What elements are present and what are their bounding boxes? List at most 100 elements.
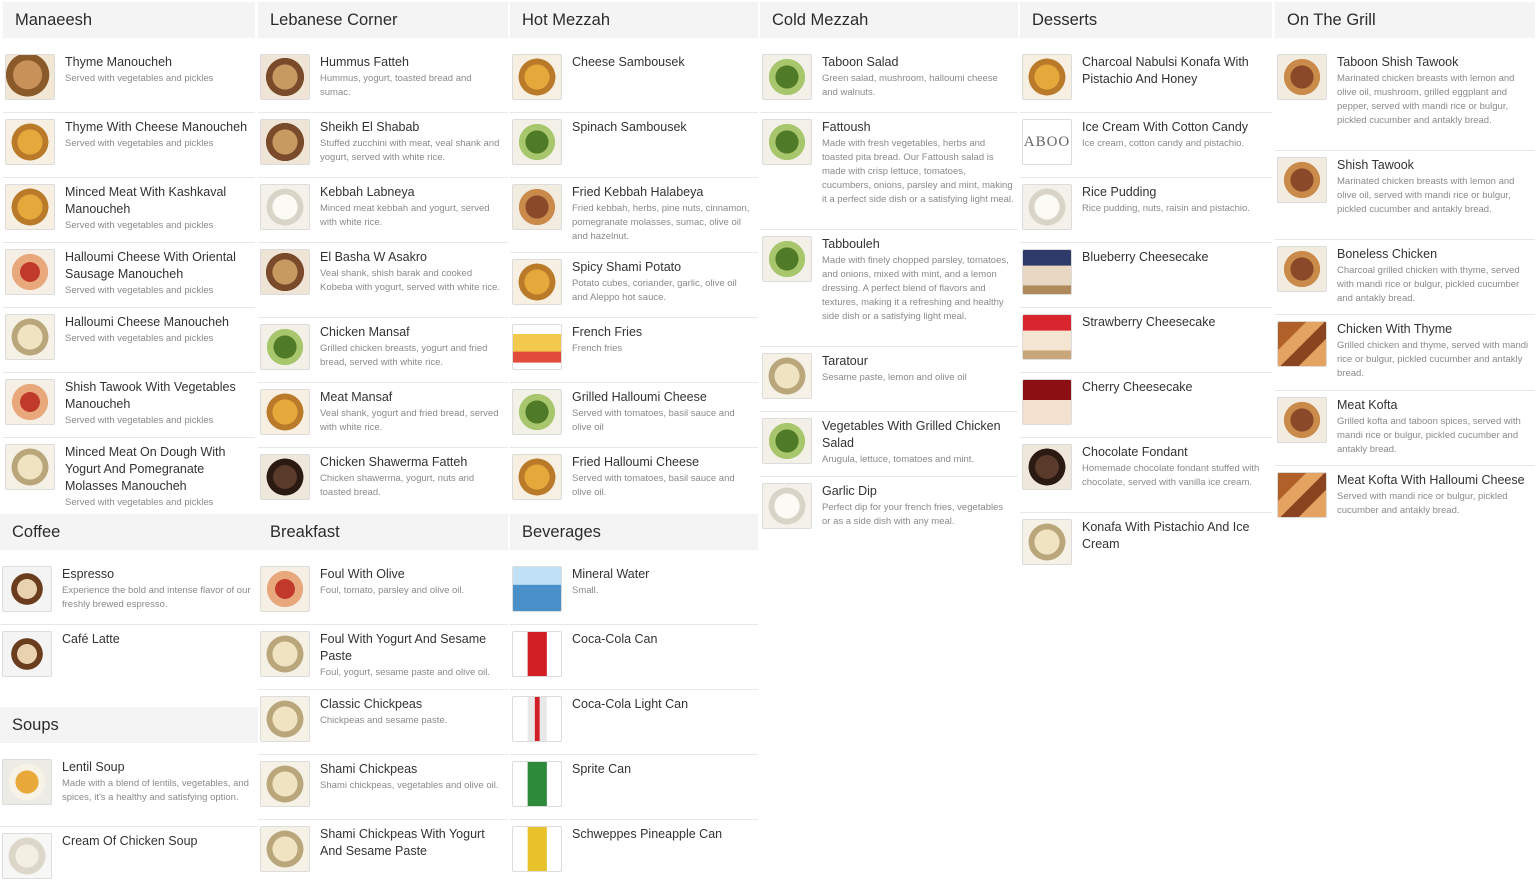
menu-item[interactable]: Spicy Shami Potato Potato cubes, coriande… [510,253,758,318]
menu-item[interactable]: Chocolate Fondant Homemade chocolate fond… [1020,438,1272,513]
menu-item[interactable]: Foul With Olive Foul, tomato, parsley and… [258,560,508,625]
menu-item[interactable]: Tabbouleh Made with finely chopped parsle… [760,230,1018,347]
food-image [2,833,52,879]
item-name: Coca-Cola Can [572,632,658,646]
menu-item[interactable]: Minced Meat With Kashkaval Manoucheh Serv… [3,178,255,243]
item-description: Grilled chicken and thyme, served with m… [1337,340,1529,379]
item-name: Minced Meat With Kashkaval Manoucheh [65,185,227,216]
menu-item[interactable]: Blueberry Cheesecake [1020,243,1272,308]
menu-item[interactable]: Konafa With Pistachio And Ice Cream [1020,513,1272,568]
item-name: Minced Meat On Dough With Yogurt And Pom… [65,445,226,493]
food-image [512,826,562,872]
item-name: Strawberry Cheesecake [1082,315,1216,329]
menu-item[interactable]: Taboon Salad Green salad, mushroom, hallo… [760,48,1018,113]
item-name: Espresso [62,567,115,581]
item-name: Foul With Olive [320,567,405,581]
item-name: Coca-Cola Light Can [572,697,689,711]
item-name: Halloumi Cheese Manoucheh [65,315,229,329]
item-name: Ice Cream With Cotton Candy [1082,120,1249,134]
section-lebanese-corner: Lebanese Corner Hummus Fatteh Hummus, yog… [258,2,508,508]
menu-item[interactable]: Boneless Chicken Charcoal grilled chicken… [1275,240,1535,315]
menu-item[interactable]: Chicken Mansaf Grilled chicken breasts, y… [258,318,508,383]
item-name: Sheikh El Shabab [320,120,420,134]
item-description: Ice cream, cotton candy and pistachio. [1082,138,1245,149]
item-description: Foul, yogurt, sesame paste and olive oil… [320,667,491,678]
menu-item[interactable]: Taboon Shish Tawook Marinated chicken bre… [1275,48,1535,151]
menu-item[interactable]: Espresso Experience the bold and intense … [0,560,258,625]
menu-item[interactable]: Foul With Yogurt And Sesame Paste Foul, y… [258,625,508,690]
menu-item[interactable]: Taratour Sesame paste, lemon and olive oi… [760,347,1018,412]
food-image [260,826,310,872]
menu-item[interactable]: Kebbah Labneya Minced meat kebbah and yog… [258,178,508,243]
item-description: Small. [572,585,599,596]
item-description: Marinated chicken breasts with lemon and… [1337,73,1515,126]
category-title-hot-mezzah: Hot Mezzah [510,2,758,38]
menu-item[interactable]: Fried Halloumi Cheese Served with tomatoe… [510,448,758,508]
menu-item[interactable]: Meat Kofta Grilled kofta and taboon spice… [1275,391,1535,466]
menu-item[interactable]: Classic Chickpeas Chickpeas and sesame pa… [258,690,508,755]
menu-item[interactable]: Sprite Can [510,755,758,820]
menu-item[interactable]: Grilled Halloumi Cheese Served with tomat… [510,383,758,448]
menu-item[interactable]: Chicken With Thyme Grilled chicken and th… [1275,315,1535,391]
item-description: French fries [572,343,623,354]
menu-item[interactable]: Coca-Cola Can [510,625,758,690]
menu-item[interactable]: Coca-Cola Light Can [510,690,758,755]
item-description: Stuffed zucchini with meat, veal shank a… [320,138,500,163]
menu-item[interactable]: ABOO Ice Cream With Cotton Candy Ice crea… [1020,113,1272,178]
food-image [512,389,562,435]
item-description: Served with vegetables and pickles [65,415,214,426]
category-title-on-the-grill: On The Grill [1275,2,1535,38]
item-name: Café Latte [62,632,120,646]
menu-item[interactable]: Shami Chickpeas With Yogurt And Sesame P… [258,820,508,880]
menu-item[interactable]: Thyme Manoucheh Served with vegetables an… [3,48,255,113]
menu-item[interactable]: Mineral Water Small. [510,560,758,625]
item-description: Charcoal grilled chicken with thyme, ser… [1337,265,1520,304]
menu-item[interactable]: Halloumi Cheese With Oriental Sausage Ma… [3,243,255,308]
menu-item[interactable]: Meat Kofta With Halloumi Cheese Served wi… [1275,466,1535,534]
menu-item[interactable]: Shami Chickpeas Shami chickpeas, vegetabl… [258,755,508,820]
menu-item[interactable]: Schweppes Pineapple Can [510,820,758,880]
menu-item[interactable]: Shish Tawook With Vegetables Manoucheh Se… [3,373,255,438]
item-name: Spicy Shami Potato [572,260,682,274]
item-name: Classic Chickpeas [320,697,423,711]
menu-item[interactable]: Thyme With Cheese Manoucheh Served with v… [3,113,255,178]
food-image [1022,184,1072,230]
food-image [1022,314,1072,360]
menu-item[interactable]: Fried Kebbah Halabeya Fried kebbah, herbs… [510,178,758,253]
menu-item[interactable]: Hummus Fatteh Hummus, yogurt, toasted bre… [258,48,508,113]
menu-item[interactable]: El Basha W Asakro Veal shank, shish barak… [258,243,508,318]
menu-item[interactable]: Halloumi Cheese Manoucheh Served with veg… [3,308,255,373]
menu-item[interactable]: Charcoal Nabulsi Konafa With Pistachio A… [1020,48,1272,113]
menu-item[interactable]: Cream Of Chicken Soup [0,827,258,882]
menu-item[interactable]: Spinach Sambousek [510,113,758,178]
food-image [5,314,55,360]
item-description: Shami chickpeas, vegetables and olive oi… [320,780,499,791]
menu-item[interactable]: Meat Mansaf Veal shank, yogurt and fried … [258,383,508,448]
menu-item[interactable]: Vegetables With Grilled Chicken Salad Aru… [760,412,1018,477]
menu-item[interactable]: French Fries French fries [510,318,758,383]
food-image [512,696,562,742]
menu-item[interactable]: Garlic Dip Perfect dip for your french fr… [760,477,1018,547]
menu-item[interactable]: Café Latte [0,625,258,690]
food-image [512,454,562,500]
food-image [512,566,562,612]
menu-item[interactable]: Cherry Cheesecake [1020,373,1272,438]
category-title-beverages: Beverages [510,514,758,550]
menu-item[interactable]: Sheikh El Shabab Stuffed zucchini with me… [258,113,508,178]
menu-item[interactable]: Lentil Soup Made with a blend of lentils,… [0,753,258,827]
item-name: Garlic Dip [822,484,877,498]
food-image [5,54,55,100]
item-name: Shami Chickpeas With Yogurt And Sesame P… [320,827,485,858]
menu-item[interactable]: Chicken Shawerma Fatteh Chicken shawerma,… [258,448,508,508]
item-name: Vegetables With Grilled Chicken Salad [822,419,1001,450]
menu-item[interactable]: Fattoush Made with fresh vegetables, herb… [760,113,1018,230]
food-image [762,353,812,399]
item-description: Homemade chocolate fondant stuffed with … [1082,463,1260,488]
category-title-cold-mezzah: Cold Mezzah [760,2,1018,38]
menu-item[interactable]: Minced Meat On Dough With Yogurt And Pom… [3,438,255,510]
food-image [512,54,562,100]
menu-item[interactable]: Rice Pudding Rice pudding, nuts, raisin a… [1020,178,1272,243]
menu-item[interactable]: Cheese Sambousek [510,48,758,113]
menu-item[interactable]: Shish Tawook Marinated chicken breasts wi… [1275,151,1535,240]
menu-item[interactable]: Strawberry Cheesecake [1020,308,1272,373]
